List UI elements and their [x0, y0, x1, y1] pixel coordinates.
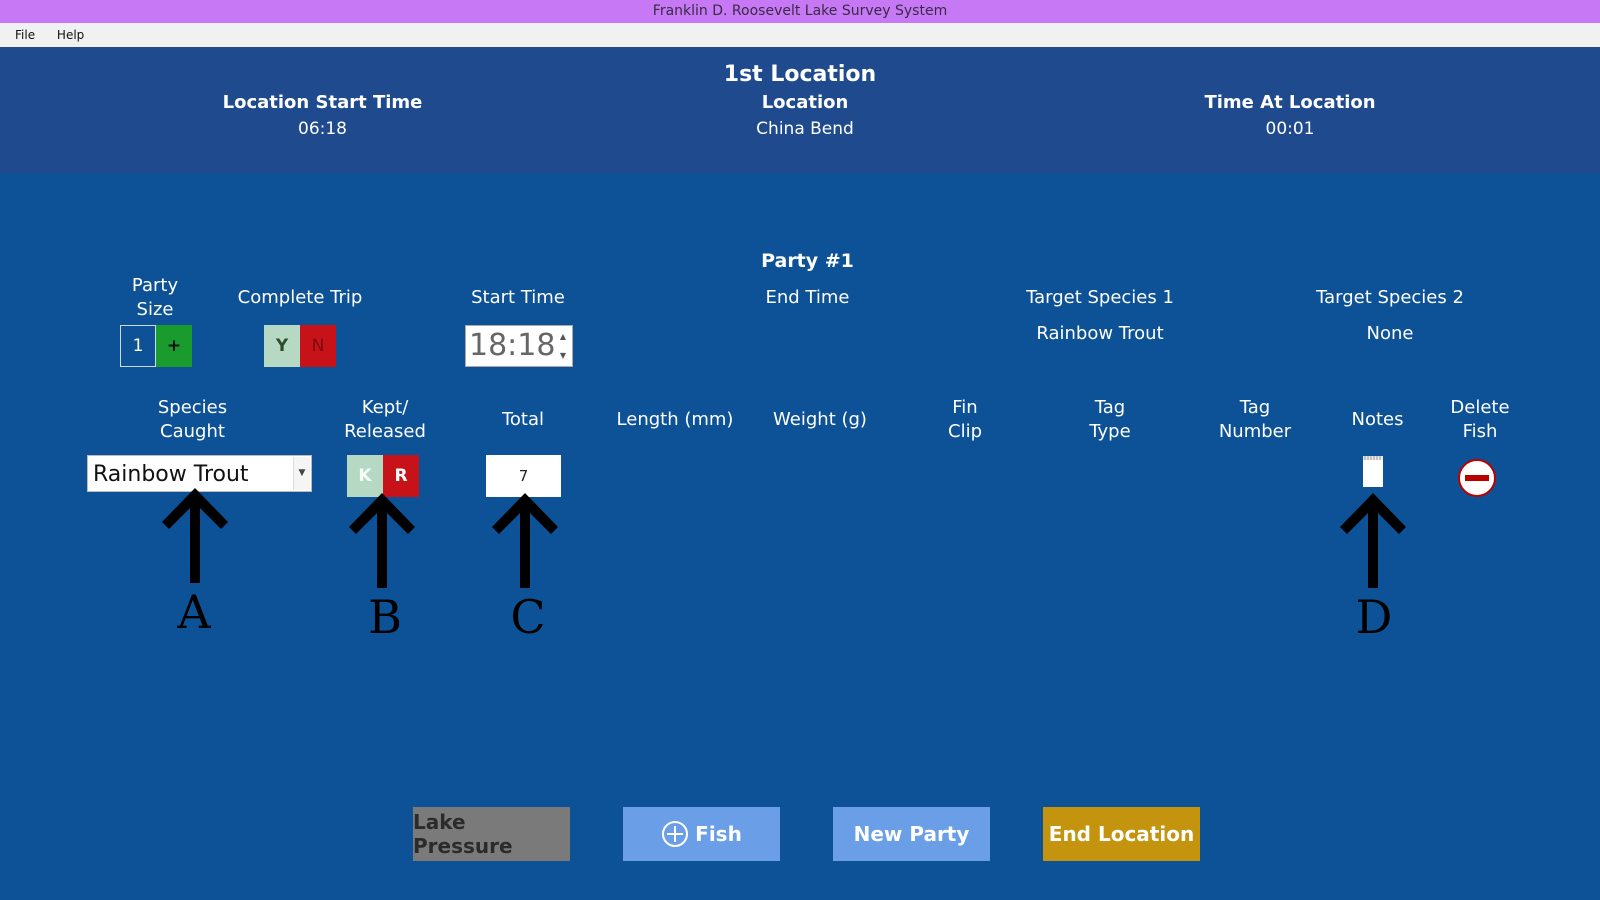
time-at-location-label: Time At Location — [1204, 92, 1376, 113]
col-tag-type: Tag Type — [1065, 396, 1155, 444]
window-title: Franklin D. Roosevelt Lake Survey System — [0, 0, 1600, 23]
annotation-a: A — [177, 585, 211, 639]
start-time-value: 18:18 — [469, 328, 556, 363]
kept-button[interactable]: K — [347, 455, 383, 497]
col-fin-clip-line1: Fin — [952, 397, 978, 418]
col-species-caught: Species Caught — [130, 396, 255, 444]
menu-help[interactable]: Help — [57, 28, 84, 42]
target-species-1-value: Rainbow Trout — [1036, 323, 1164, 344]
time-at-location-value: 00:01 — [1265, 119, 1315, 139]
col-tag-number-line1: Tag — [1239, 397, 1271, 418]
col-species-caught-line1: Species — [157, 397, 228, 418]
target-species-1-label: Target Species 1 — [1026, 287, 1174, 308]
total-input[interactable]: 7 — [486, 455, 561, 497]
minus-circle-icon[interactable] — [1457, 458, 1497, 498]
up-arrow-icon — [492, 493, 558, 588]
menu-file[interactable]: File — [15, 28, 35, 42]
party-size-plus-button[interactable]: + — [156, 325, 192, 367]
annotation-b: B — [368, 590, 402, 644]
col-tag-type-line1: Tag — [1094, 397, 1126, 418]
location-header: 1st Location Location Start Time 06:18 L… — [0, 47, 1600, 173]
new-party-button[interactable]: New Party — [833, 807, 990, 861]
start-time-label: Start Time — [471, 287, 565, 308]
add-fish-label: Fish — [695, 822, 742, 846]
col-total: Total — [501, 409, 545, 430]
col-fin-clip: Fin Clip — [920, 396, 1010, 444]
caret-down-icon[interactable]: ▼ — [293, 457, 310, 490]
col-delete-fish: Delete Fish — [1435, 396, 1525, 444]
party-size-label: Party Size — [110, 274, 200, 322]
col-tag-number: Tag Number — [1205, 396, 1305, 444]
col-delete-fish-line1: Delete — [1450, 397, 1510, 418]
col-tag-type-line2: Type — [1089, 421, 1131, 442]
add-fish-button[interactable]: Fish — [623, 807, 780, 861]
col-kept-released: Kept/ Released — [325, 396, 445, 444]
location-value: China Bend — [756, 119, 854, 139]
location-start-time-value: 06:18 — [298, 119, 347, 139]
up-arrow-icon — [1340, 493, 1406, 588]
party-size-label-line2: Size — [136, 299, 174, 320]
annotation-c: C — [510, 590, 546, 644]
spin-down-icon[interactable]: ▼ — [555, 346, 571, 365]
up-arrow-icon — [162, 488, 228, 583]
up-arrow-icon — [349, 493, 415, 588]
party-size-value[interactable]: 1 — [120, 325, 156, 367]
start-time-input[interactable]: 18:18 ▲ ▼ — [465, 325, 573, 367]
complete-trip-yes-button[interactable]: Y — [264, 325, 300, 367]
plus-circle-icon — [662, 821, 689, 847]
complete-trip-no-button[interactable]: N — [300, 325, 336, 367]
col-species-caught-line2: Caught — [160, 421, 225, 442]
target-species-2-label: Target Species 2 — [1316, 287, 1464, 308]
col-kept-released-line2: Released — [344, 421, 426, 442]
location-start-time-label: Location Start Time — [222, 92, 423, 113]
location-title: 1st Location — [723, 62, 877, 87]
col-kept-released-line1: Kept/ — [361, 397, 409, 418]
col-notes: Notes — [1351, 409, 1404, 430]
released-button[interactable]: R — [383, 455, 419, 497]
annotation-d: D — [1355, 590, 1393, 644]
end-time-label: End Time — [765, 287, 850, 308]
target-species-2-value: None — [1366, 323, 1414, 344]
location-label: Location — [761, 92, 849, 113]
col-delete-fish-line2: Fish — [1462, 421, 1498, 442]
end-location-button[interactable]: End Location — [1043, 807, 1200, 861]
notepad-icon[interactable] — [1363, 456, 1383, 487]
lake-pressure-button[interactable]: Lake Pressure — [413, 807, 570, 861]
col-weight: Weight (g) — [773, 409, 867, 430]
menu-bar: File Help — [0, 23, 1600, 47]
col-tag-number-line2: Number — [1218, 421, 1292, 442]
complete-trip-label: Complete Trip — [237, 287, 363, 308]
party-title: Party #1 — [761, 250, 854, 272]
species-caught-value: Rainbow Trout — [93, 462, 249, 487]
col-fin-clip-line2: Clip — [948, 421, 982, 442]
party-size-label-line1: Party — [131, 275, 179, 296]
col-length: Length (mm) — [616, 409, 734, 430]
species-caught-select[interactable]: Rainbow Trout ▼ — [87, 455, 312, 492]
